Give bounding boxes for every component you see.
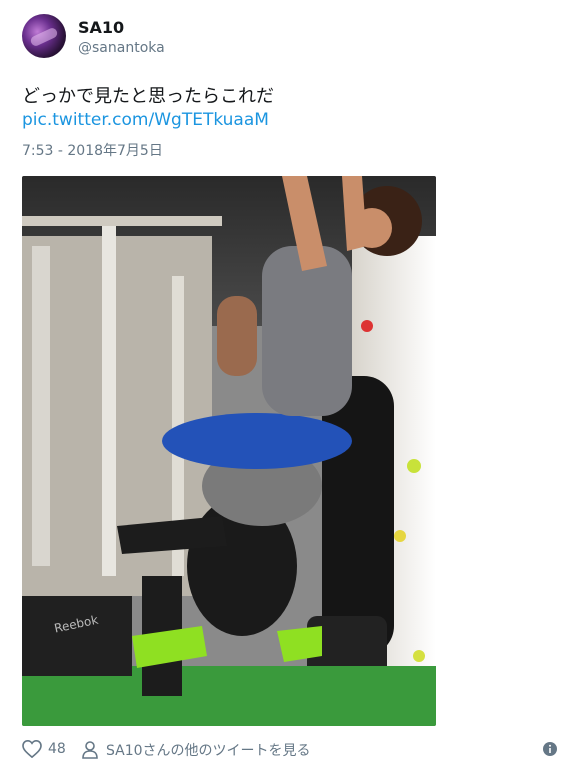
avatar[interactable] [22, 14, 66, 58]
like-count: 48 [48, 741, 66, 757]
display-name[interactable]: SA10 [78, 18, 124, 37]
person-icon [82, 741, 98, 759]
tweet-footer: 48 SA10さんの他のツイートを見る [22, 740, 557, 764]
gym-photo-illustration: Reebok [22, 176, 436, 726]
tweet-timestamp[interactable]: 7:53 - 2018年7月5日 [22, 140, 163, 160]
like-action[interactable]: 48 [22, 740, 66, 758]
tweet-text: どっかで見たと思ったらこれだ [22, 86, 274, 107]
user-handle[interactable]: @sanantoka [78, 40, 165, 56]
heart-icon[interactable] [22, 740, 42, 758]
more-tweets-label: SA10さんの他のツイートを見る [106, 743, 311, 759]
more-tweets-link[interactable]: SA10さんの他のツイートを見る [82, 740, 311, 760]
tweet-photo-link[interactable]: pic.twitter.com/WgTETkuaaM [22, 110, 269, 130]
tweet-photo[interactable]: Reebok [22, 176, 436, 726]
info-icon[interactable] [543, 742, 557, 756]
